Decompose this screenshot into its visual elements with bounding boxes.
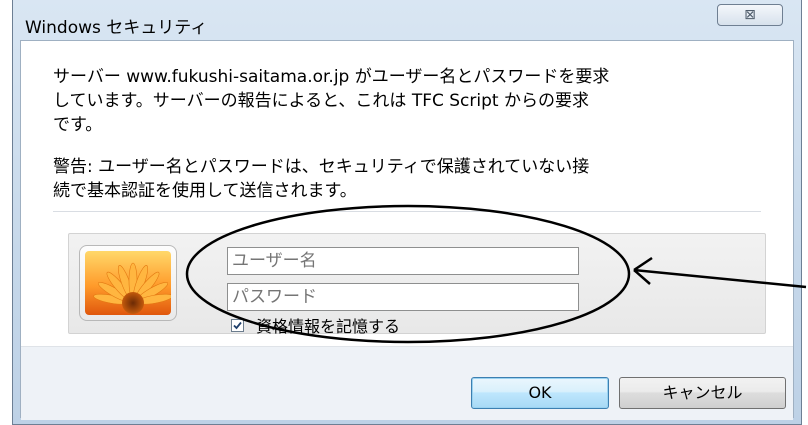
ok-button[interactable]: OK [471, 377, 609, 409]
password-input[interactable] [227, 283, 579, 311]
security-dialog: Windows セキュリティ ⊠ サーバー www.fukushi-saitam… [12, 0, 802, 425]
message-line: です。 [53, 115, 103, 135]
cancel-button[interactable]: キャンセル [619, 377, 786, 409]
dialog-content: サーバー www.fukushi-saitama.or.jp がユーザー名とパス… [20, 40, 794, 420]
server-message: サーバー www.fukushi-saitama.or.jp がユーザー名とパス… [53, 65, 793, 137]
button-bar: OK キャンセル [21, 346, 793, 420]
close-icon: ⊠ [744, 7, 756, 23]
message-line: しています。サーバーの報告によると、これは TFC Script からの要求 [53, 91, 589, 111]
remember-label: 資格情報を記憶する [256, 317, 401, 336]
credential-tile: 資格情報を記憶する [68, 233, 766, 336]
remember-credentials[interactable]: 資格情報を記憶する [231, 316, 401, 336]
avatar [79, 245, 177, 321]
message-line: サーバー www.fukushi-saitama.or.jp がユーザー名とパス… [53, 67, 610, 87]
dialog-title: Windows セキュリティ [25, 18, 208, 38]
warning-line: 警告: ユーザー名とパスワードは、セキュリティで保護されていない接 [53, 157, 590, 177]
title-bar: Windows セキュリティ ⊠ [13, 0, 801, 38]
close-button[interactable]: ⊠ [717, 4, 783, 26]
warning-line: 続で基本認証を使用して送信されます。 [53, 181, 357, 201]
separator [53, 211, 761, 212]
security-warning: 警告: ユーザー名とパスワードは、セキュリティで保護されていない接 続で基本認証… [53, 155, 793, 203]
remember-checkbox[interactable] [231, 318, 244, 332]
checkmark-icon [233, 321, 242, 329]
orange-flower-avatar-icon [85, 251, 171, 315]
username-input[interactable] [227, 247, 579, 275]
